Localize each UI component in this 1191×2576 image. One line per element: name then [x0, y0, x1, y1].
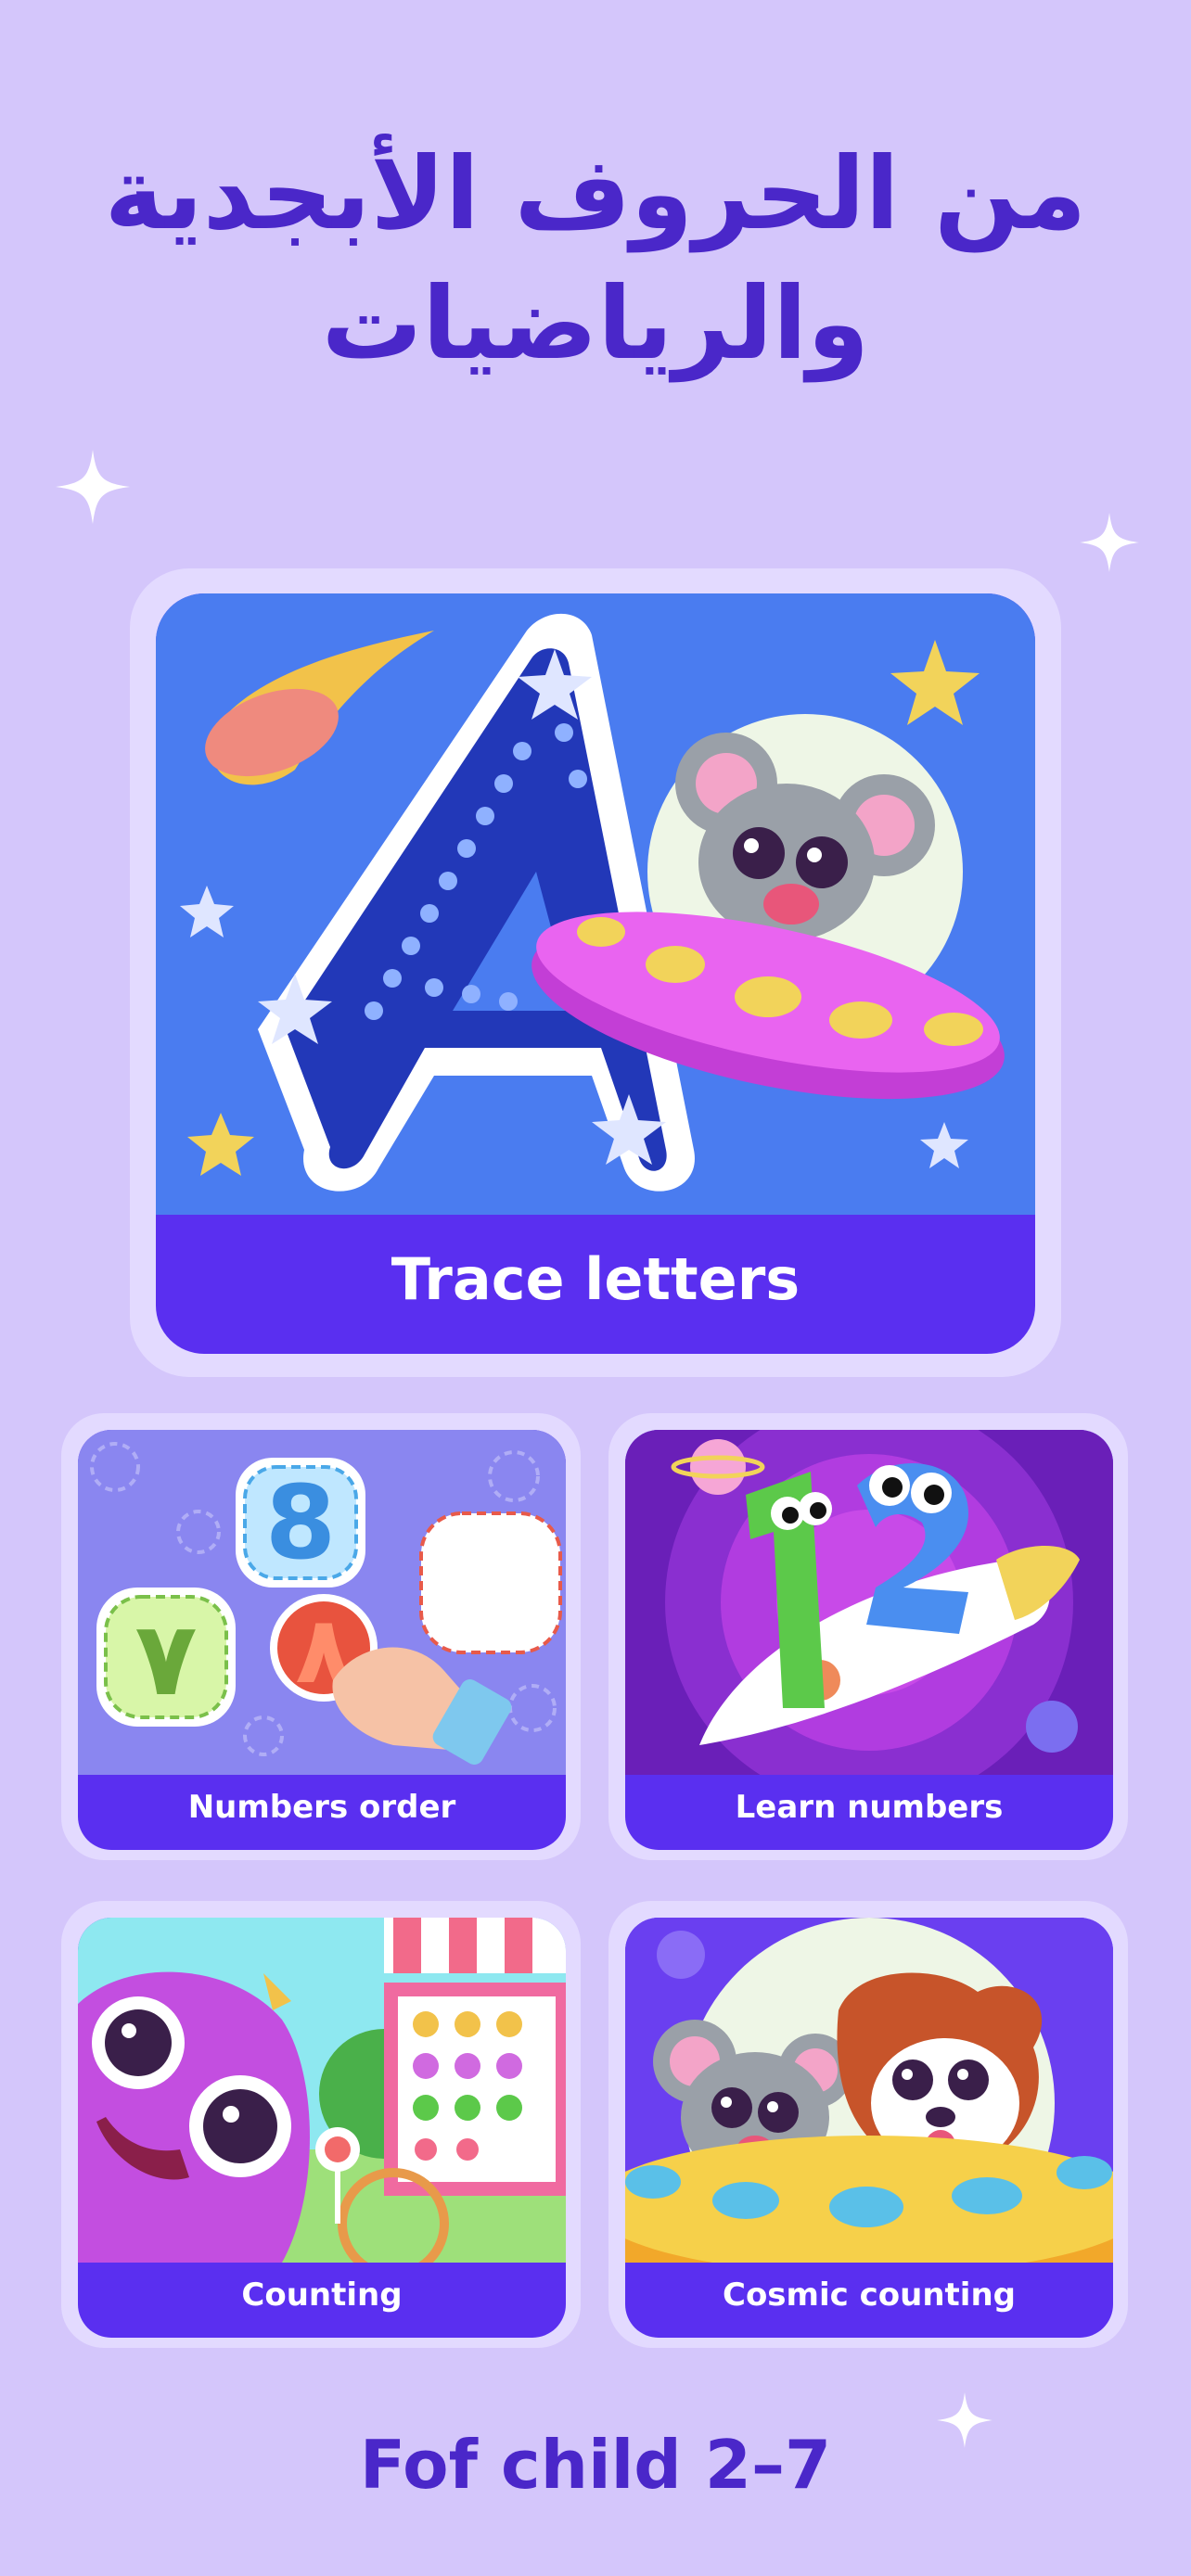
learn-numbers-label: Learn numbers: [735, 1789, 1004, 1826]
counting-card[interactable]: Counting: [78, 1918, 566, 2338]
monster-candy-shop-illustration: [78, 1918, 566, 2263]
age-range-footer: Fof child 2–7: [359, 2426, 832, 2504]
cosmic-counting-card[interactable]: Cosmic counting: [625, 1918, 1113, 2338]
sparkle-icon: [56, 450, 130, 524]
numbers-order-label: Numbers order: [187, 1789, 456, 1826]
sparkle-icon: [1080, 513, 1139, 572]
learn-numbers-card[interactable]: Learn numbers: [625, 1430, 1113, 1850]
headline-line-1: من الحروف الأبجدية: [104, 136, 1087, 252]
number-characters-rocket-illustration: [625, 1430, 1113, 1775]
numbers-order-card[interactable]: 8 ٧ ٨ Numbers order: [78, 1430, 566, 1850]
mouse-dog-ufo-illustration: [625, 1918, 1113, 2263]
trace-letters-card[interactable]: Trace letters: [156, 593, 1035, 1354]
letter-a-ufo-mouse-illustration: [156, 593, 1035, 1215]
counting-label: Counting: [241, 2276, 403, 2314]
cosmic-counting-label: Cosmic counting: [723, 2276, 1016, 2314]
headline-line-2: والرياضيات: [321, 266, 870, 382]
svg-text:8: 8: [265, 1463, 337, 1582]
numbers-puzzle-illustration: 8 ٧ ٨: [78, 1430, 566, 1775]
headline: من الحروف الأبجدية والرياضيات: [0, 130, 1191, 389]
trace-letters-label: Trace letters: [391, 1245, 800, 1313]
svg-text:٧: ٧: [134, 1600, 197, 1718]
